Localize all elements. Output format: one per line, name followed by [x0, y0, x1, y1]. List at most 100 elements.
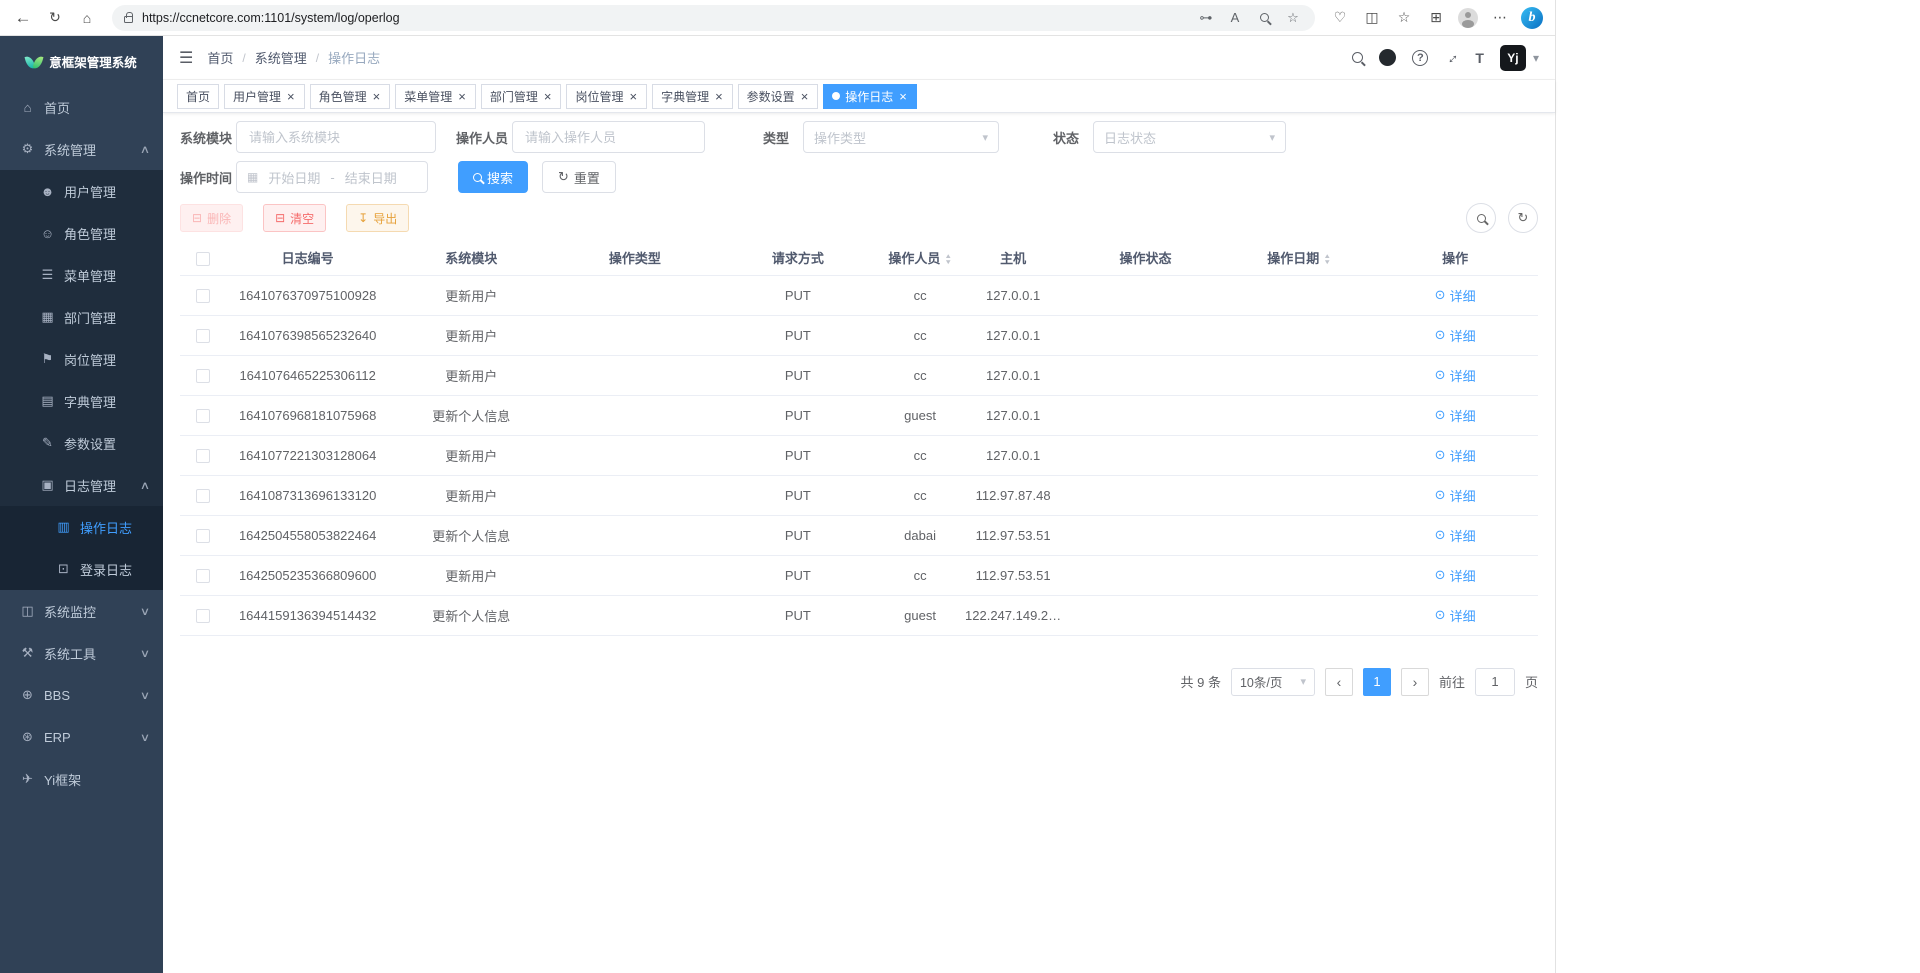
detail-link[interactable]: ⊙详细	[1435, 326, 1476, 345]
close-icon[interactable]: ×	[628, 90, 638, 103]
detail-link[interactable]: ⊙详细	[1435, 526, 1476, 545]
page-size-select[interactable]: 10条/页 ▾	[1231, 668, 1315, 696]
column-header-operator[interactable]: 操作人员▲▼	[879, 241, 960, 275]
operator-input[interactable]	[512, 121, 705, 153]
font-size-icon[interactable]: T	[1475, 50, 1484, 66]
sidebar-item-menu-manage[interactable]: ☰菜单管理	[0, 254, 163, 296]
select-all-checkbox[interactable]	[196, 252, 210, 266]
refresh-table-button[interactable]: ↻	[1508, 203, 1538, 233]
browser-home-button[interactable]: ⌂	[72, 4, 102, 32]
close-icon[interactable]: ×	[714, 90, 724, 103]
browser-menu-icon[interactable]: ⋯	[1485, 4, 1515, 32]
collections-icon[interactable]: ⊞	[1421, 4, 1451, 32]
sort-icon[interactable]: ▲▼	[945, 254, 951, 266]
sidebar-item-dict-manage[interactable]: ▤字典管理	[0, 380, 163, 422]
row-checkbox[interactable]	[196, 329, 210, 343]
search-icon[interactable]	[1352, 52, 1363, 63]
row-checkbox[interactable]	[196, 529, 210, 543]
detail-link[interactable]: ⊙详细	[1435, 406, 1476, 425]
password-key-icon[interactable]: ⊶	[1196, 10, 1216, 26]
sidebar-item-erp[interactable]: ⊛ERP∨	[0, 716, 163, 758]
status-select[interactable]: 日志状态 ▾	[1093, 121, 1286, 153]
sidebar-item-param-settings[interactable]: ✎参数设置	[0, 422, 163, 464]
row-checkbox[interactable]	[196, 289, 210, 303]
bing-button[interactable]: b	[1517, 4, 1547, 32]
browser-profile-avatar[interactable]	[1453, 4, 1483, 32]
breadcrumb-home[interactable]: 首页	[207, 48, 233, 67]
browser-back-button[interactable]: ←	[8, 4, 38, 32]
fullscreen-icon[interactable]: ↔	[1441, 46, 1464, 69]
close-icon[interactable]: ×	[372, 90, 382, 103]
page-1-button[interactable]: 1	[1363, 668, 1391, 696]
type-select[interactable]: 操作类型 ▾	[803, 121, 999, 153]
sidebar-item-system-monitor[interactable]: ◫系统监控∨	[0, 590, 163, 632]
sidebar-item-post-manage[interactable]: ⚑岗位管理	[0, 338, 163, 380]
tab-oper-log[interactable]: 操作日志×	[823, 84, 917, 109]
detail-link[interactable]: ⊙详细	[1435, 286, 1476, 305]
split-screen-icon[interactable]: ◫	[1357, 4, 1387, 32]
help-icon[interactable]: ?	[1412, 50, 1428, 66]
tab-role-manage[interactable]: 角色管理×	[310, 84, 391, 109]
sort-icon[interactable]: ▲▼	[1324, 254, 1330, 266]
zoom-out-icon[interactable]	[1254, 13, 1274, 22]
sidebar-item-role-manage[interactable]: ☺角色管理	[0, 212, 163, 254]
sidebar-item-login-log[interactable]: ⊡登录日志	[0, 548, 163, 590]
sidebar-item-user-manage[interactable]: ☻用户管理	[0, 170, 163, 212]
show-search-button[interactable]	[1466, 203, 1496, 233]
user-avatar[interactable]: Yj	[1500, 45, 1526, 71]
tab-home[interactable]: 首页	[177, 84, 219, 109]
app-logo[interactable]: 意框架管理系统	[0, 36, 163, 86]
close-icon[interactable]: ×	[286, 90, 296, 103]
tab-dict-manage[interactable]: 字典管理×	[652, 84, 733, 109]
close-icon[interactable]: ×	[457, 90, 467, 103]
detail-link[interactable]: ⊙详细	[1435, 446, 1476, 465]
favorites-icon[interactable]: ☆	[1389, 4, 1419, 32]
close-icon[interactable]: ×	[543, 90, 553, 103]
tab-dept-manage[interactable]: 部门管理×	[481, 84, 562, 109]
caret-down-icon[interactable]: ▾	[1533, 51, 1539, 65]
sidebar-item-log-manage[interactable]: ▣日志管理∧	[0, 464, 163, 506]
tab-user-manage[interactable]: 用户管理×	[224, 84, 305, 109]
breadcrumb-system-manage[interactable]: 系统管理	[255, 48, 307, 67]
next-page-button[interactable]: ›	[1401, 668, 1429, 696]
sidebar-item-system-tools[interactable]: ⚒系统工具∨	[0, 632, 163, 674]
date-range-input[interactable]: ▦ 开始日期 - 结束日期	[236, 161, 428, 193]
url-text[interactable]: https://ccnetcore.com:1101/system/log/op…	[142, 11, 1187, 25]
row-checkbox[interactable]	[196, 609, 210, 623]
browser-essentials-icon[interactable]: ♡	[1325, 4, 1355, 32]
sidebar-item-home[interactable]: ⌂首页	[0, 86, 163, 128]
row-checkbox[interactable]	[196, 449, 210, 463]
module-input[interactable]	[236, 121, 436, 153]
detail-link[interactable]: ⊙详细	[1435, 566, 1476, 585]
tab-param-settings[interactable]: 参数设置×	[738, 84, 819, 109]
reset-button[interactable]: ↻ 重置	[542, 161, 616, 193]
tab-post-manage[interactable]: 岗位管理×	[566, 84, 647, 109]
clear-button[interactable]: ⊟ 清空	[263, 204, 326, 232]
close-icon[interactable]: ×	[898, 90, 908, 103]
row-checkbox[interactable]	[196, 369, 210, 383]
browser-refresh-button[interactable]: ↻	[40, 4, 70, 32]
sidebar-item-oper-log[interactable]: ▥操作日志	[0, 506, 163, 548]
row-checkbox[interactable]	[196, 409, 210, 423]
sidebar-item-system-manage[interactable]: ⚙系统管理∧	[0, 128, 163, 170]
column-header-date[interactable]: 操作日期▲▼	[1226, 241, 1373, 275]
goto-page-input[interactable]	[1475, 668, 1515, 696]
search-button[interactable]: 搜索	[458, 161, 528, 193]
address-bar[interactable]: https://ccnetcore.com:1101/system/log/op…	[112, 5, 1315, 31]
read-aloud-icon[interactable]: A	[1225, 10, 1245, 25]
hamburger-icon[interactable]: ☰	[179, 48, 193, 68]
export-button[interactable]: ↧ 导出	[346, 204, 409, 232]
sidebar-item-bbs[interactable]: ⊕BBS∨	[0, 674, 163, 716]
sidebar-item-yi-framework[interactable]: ✈Yi框架	[0, 758, 163, 800]
add-favorite-icon[interactable]: ☆	[1283, 10, 1303, 26]
github-icon[interactable]	[1379, 49, 1396, 66]
sidebar-item-dept-manage[interactable]: ▦部门管理	[0, 296, 163, 338]
delete-button[interactable]: ⊟ 删除	[180, 204, 243, 232]
detail-link[interactable]: ⊙详细	[1435, 486, 1476, 505]
detail-link[interactable]: ⊙详细	[1435, 606, 1476, 625]
row-checkbox[interactable]	[196, 569, 210, 583]
detail-link[interactable]: ⊙详细	[1435, 366, 1476, 385]
row-checkbox[interactable]	[196, 489, 210, 503]
close-icon[interactable]: ×	[800, 90, 810, 103]
tab-menu-manage[interactable]: 菜单管理×	[395, 84, 476, 109]
